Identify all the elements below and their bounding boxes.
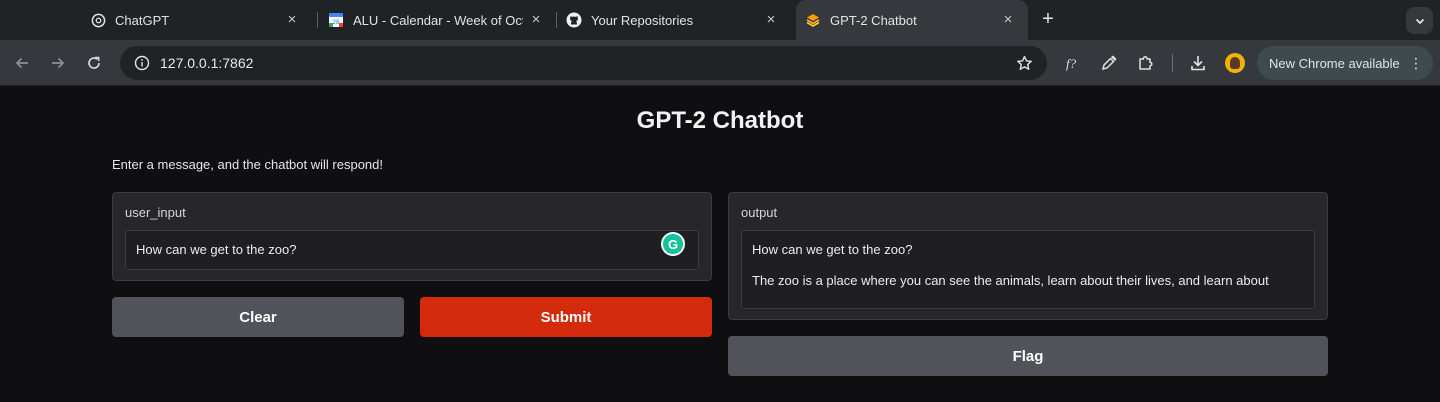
new-tab-icon[interactable]: + [1037,8,1059,30]
submit-button[interactable]: Submit [420,297,712,337]
gradio-icon [805,12,821,28]
back-button[interactable] [10,51,34,75]
avatar-figure [1230,57,1240,69]
tab-title: ChatGPT [115,12,170,28]
app-page: GPT-2 Chatbot Enter a message, and the c… [0,87,1440,402]
tab-repositories[interactable]: Your Repositories × [557,0,791,40]
toolbar-divider [1172,54,1173,72]
calendar-icon: 28 [328,12,344,28]
output-line-echo: How can we get to the zoo? [752,242,913,257]
input-panel: user_input How can we get to the zoo? G [112,192,712,281]
eyedropper-icon[interactable] [1099,53,1119,73]
close-tab-icon[interactable]: × [763,12,779,28]
address-bar[interactable]: 127.0.0.1:7862 [120,46,1047,80]
close-tab-icon[interactable]: × [284,12,300,28]
page-description: Enter a message, and the chatbot will re… [112,157,383,172]
download-icon[interactable] [1188,53,1208,73]
close-tab-icon[interactable]: × [528,12,544,28]
grammarly-icon[interactable]: G [661,232,685,256]
calendar-day: 28 [332,19,340,26]
new-chrome-available-button[interactable]: New Chrome available ⋮ [1257,46,1433,80]
clear-button[interactable]: Clear [112,297,404,337]
browser-toolbar: 127.0.0.1:7862 f? [0,40,1440,86]
tab-title: Your Repositories [591,12,694,28]
user-input-value: How can we get to the zoo? [136,242,297,257]
github-icon [566,12,582,28]
input-label: user_input [125,205,186,220]
user-input-field[interactable]: How can we get to the zoo? G [125,230,699,270]
site-info-icon[interactable] [134,55,150,71]
forward-button[interactable] [46,51,70,75]
page-title: GPT-2 Chatbot [636,107,804,134]
tab-title: GPT-2 Chatbot [830,12,917,28]
output-textbox[interactable]: How can we get to the zoo? The zoo is a … [741,230,1315,309]
tab-chatgpt[interactable]: ChatGPT × [80,0,312,40]
extensions-puzzle-icon[interactable] [1136,53,1156,73]
bookmark-star-icon[interactable] [1015,54,1033,72]
tab-search-button[interactable] [1406,7,1433,34]
update-label: New Chrome available [1269,55,1400,71]
flag-button[interactable]: Flag [728,336,1328,376]
tab-gpt2-chatbot[interactable]: GPT-2 Chatbot × [796,0,1028,40]
more-menu-icon[interactable]: ⋮ [1409,54,1423,72]
formula-extension-icon[interactable]: f? [1063,53,1083,73]
chevron-down-icon [1415,18,1424,24]
arrow-right-icon [52,57,65,69]
tab-strip: ChatGPT × 28 ALU - Calendar - Week of Oc… [0,0,1440,40]
output-panel: output How can we get to the zoo? The zo… [728,192,1328,320]
profile-avatar[interactable] [1225,53,1245,73]
reload-icon [88,56,100,69]
url-text[interactable]: 127.0.0.1:7862 [160,55,253,71]
output-line-response: The zoo is a place where you can see the… [752,273,1269,288]
tab-title: ALU - Calendar - Week of Oct [353,12,523,28]
svg-text:f?: f? [1066,56,1077,71]
chatgpt-icon [90,12,106,28]
close-tab-icon[interactable]: × [1000,12,1016,28]
reload-button[interactable] [82,51,106,75]
arrow-left-icon [15,57,28,69]
output-label: output [741,205,778,220]
tab-calendar[interactable]: 28 ALU - Calendar - Week of Oct × [318,0,556,40]
